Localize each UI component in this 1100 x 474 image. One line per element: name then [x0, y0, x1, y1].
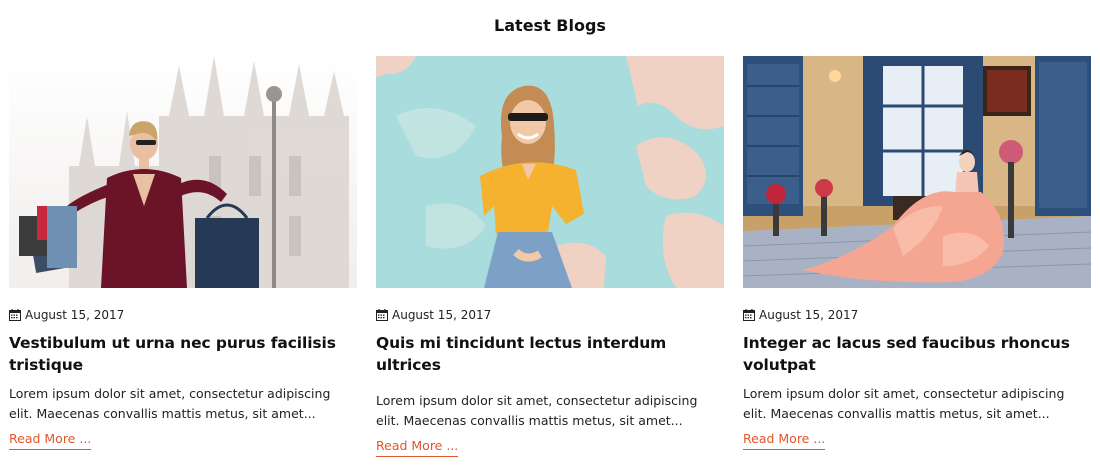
- read-more-link[interactable]: Read More ...: [9, 430, 92, 450]
- blog-thumbnail[interactable]: [9, 56, 357, 288]
- calendar-icon: [376, 309, 388, 321]
- blog-card: August 15, 2017 Quis mi tincidunt lectus…: [376, 56, 724, 457]
- post-date-text: August 15, 2017: [392, 308, 492, 322]
- calendar-icon: [9, 309, 21, 321]
- blog-thumbnail[interactable]: [376, 56, 724, 288]
- blog-card: August 15, 2017 Vestibulum ut urna nec p…: [9, 56, 357, 450]
- blog-thumbnail[interactable]: [743, 56, 1091, 288]
- calendar-icon: [743, 309, 755, 321]
- section-title: Latest Blogs: [494, 16, 606, 36]
- read-more-link[interactable]: Read More ...: [743, 430, 826, 450]
- post-excerpt: Lorem ipsum dolor sit amet, consectetur …: [376, 393, 698, 428]
- read-more-link[interactable]: Read More ...: [376, 437, 459, 457]
- post-title[interactable]: Integer ac lacus sed faucibus rhoncus vo…: [743, 332, 1091, 376]
- post-date: August 15, 2017: [9, 307, 357, 323]
- post-date-text: August 15, 2017: [759, 308, 859, 322]
- post-excerpt: Lorem ipsum dolor sit amet, consectetur …: [9, 386, 331, 421]
- post-date: August 15, 2017: [743, 307, 1091, 323]
- post-excerpt: Lorem ipsum dolor sit amet, consectetur …: [743, 386, 1065, 421]
- blog-card: August 15, 2017 Integer ac lacus sed fau…: [743, 56, 1091, 450]
- post-title[interactable]: Vestibulum ut urna nec purus facilisis t…: [9, 332, 357, 376]
- post-date-text: August 15, 2017: [25, 308, 125, 322]
- post-date: August 15, 2017: [376, 307, 724, 323]
- post-title[interactable]: Quis mi tincidunt lectus interdum ultric…: [376, 332, 724, 376]
